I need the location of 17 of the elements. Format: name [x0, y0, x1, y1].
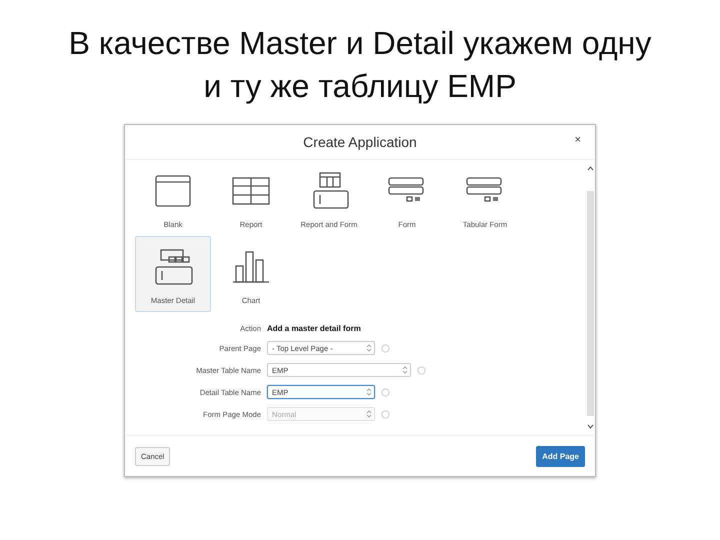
add-page-button[interactable]: Add Page [536, 446, 585, 466]
help-icon[interactable] [381, 344, 390, 352]
help-icon[interactable] [381, 388, 390, 396]
close-button[interactable]: × [574, 134, 581, 146]
scrollbar[interactable] [585, 160, 595, 435]
stepper-icon [366, 387, 372, 397]
stepper-icon [366, 409, 372, 419]
action-value: Add a master detail form [267, 324, 361, 333]
help-icon[interactable] [417, 366, 426, 374]
scroll-down-icon[interactable] [586, 424, 594, 429]
dialog-title: Create Application [303, 134, 417, 150]
stepper-icon [402, 365, 408, 375]
slide-title: В качестве Master и Detail укажем одну и ту же таблицу EMP [68, 24, 652, 106]
help-icon[interactable] [381, 410, 390, 418]
stepper-icon [366, 343, 372, 353]
scroll-up-icon[interactable] [586, 166, 594, 171]
master-detail-icon [153, 248, 193, 286]
